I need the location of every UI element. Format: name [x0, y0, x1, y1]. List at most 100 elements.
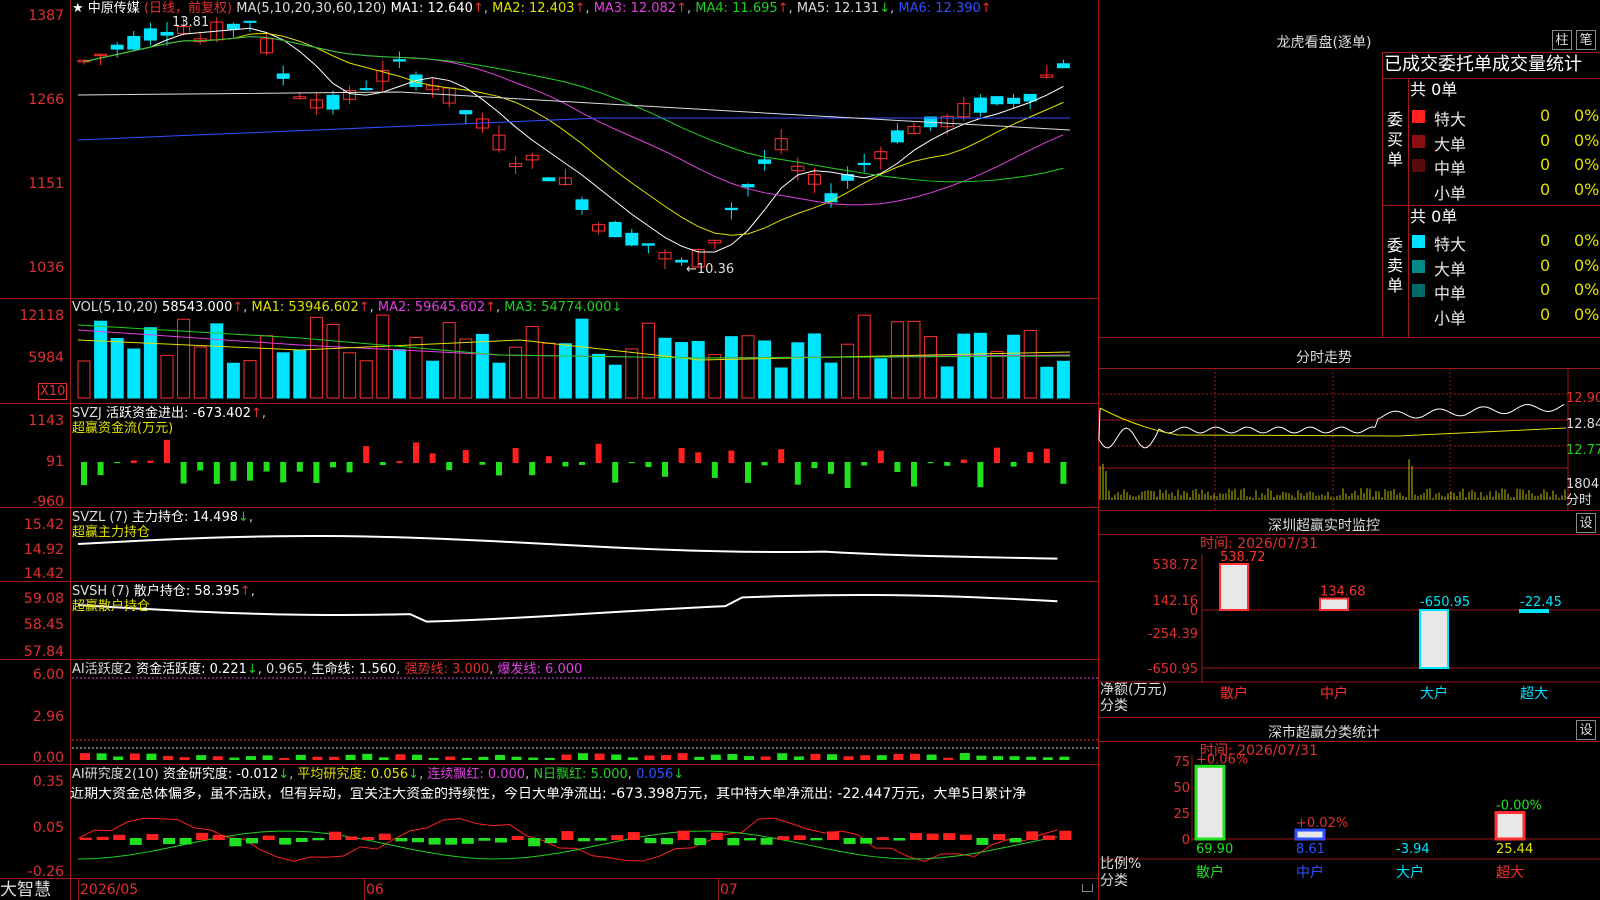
classify-unit: 比例%: [1100, 856, 1142, 872]
activity-bar: [910, 753, 920, 760]
activity-bar: [146, 753, 157, 760]
volume-bar: [326, 324, 340, 399]
sell-row-count: 0: [1540, 304, 1551, 324]
volume-bar: [874, 358, 888, 399]
monitor-title: 深圳超赢实时监控: [1268, 518, 1380, 534]
intraday-title: 分时走势: [1296, 350, 1352, 366]
activity-bar: [677, 753, 688, 760]
research-bar: [926, 833, 939, 840]
volume-bar: [293, 349, 307, 399]
research-bar: [279, 838, 292, 845]
candle-body: [459, 110, 473, 115]
activity-bar: [129, 753, 140, 760]
fund-flow-bar: [745, 462, 751, 483]
buy-color-swatch: [1412, 183, 1425, 197]
favorite-star-icon[interactable]: ★: [72, 1, 84, 16]
fund-flow-bar: [695, 452, 702, 463]
activity-bar: [528, 757, 539, 760]
volume-bar: [426, 360, 440, 399]
fund-flow-bar: [313, 462, 320, 483]
volume-bar: [110, 337, 124, 399]
date-axis-label: 07: [720, 882, 738, 898]
activity-bar: [926, 754, 937, 760]
activity-bar: [378, 757, 389, 760]
candle-body: [741, 184, 755, 188]
volume-bar: [824, 362, 838, 399]
buy-row-count: 0: [1540, 155, 1551, 174]
activity-bar: [793, 756, 804, 760]
candle-body: [641, 243, 655, 246]
activity-bar: [959, 753, 970, 760]
volume-bar: [741, 335, 755, 399]
activity-bar: [1009, 756, 1020, 760]
svsh-axis-label: 58.45: [23, 617, 64, 633]
intraday-chart[interactable]: [1098, 368, 1600, 510]
research-bar: [860, 838, 873, 844]
volume-bar: [376, 314, 390, 399]
fund-flow-bar: [844, 462, 851, 488]
volume-bar: [475, 333, 489, 399]
price-axis-label: 1036: [28, 260, 64, 276]
activity-bar: [727, 754, 738, 760]
activity-bar: [511, 756, 522, 760]
monitor-unit: 净额(万元): [1100, 682, 1167, 698]
classify-settings-button[interactable]: 设: [1576, 720, 1596, 740]
sell-color-swatch: [1412, 284, 1425, 297]
research-bar: [329, 831, 341, 840]
activity-bar: [1059, 756, 1070, 760]
sell-row-percent: 0%: [1574, 231, 1600, 250]
ma1-value: MA1: 12.640: [390, 1, 473, 16]
fund-flow-bar: [512, 447, 519, 463]
candle-body: [990, 96, 1004, 105]
stock-name[interactable]: 中原传媒: [88, 1, 140, 16]
lhb-bar-view-button[interactable]: 柱: [1552, 30, 1572, 50]
buy-side-label: 委买单: [1386, 110, 1403, 169]
svzj-title: SVZJ: [72, 406, 102, 421]
price-axis-label: 1151: [28, 176, 64, 192]
chart-period[interactable]: (日线，前复权): [144, 1, 232, 16]
research-bar: [1042, 835, 1055, 840]
volume-bars: [77, 314, 1071, 399]
volume-bar: [691, 340, 705, 399]
lock-icon[interactable]: [1082, 884, 1093, 892]
volume-bar: [907, 320, 921, 399]
activity-bar: [644, 755, 655, 760]
research-bar: [395, 838, 408, 842]
activity-bar: [312, 756, 323, 760]
volume-bar: [924, 336, 938, 399]
research-bar: [777, 836, 790, 840]
research-bar: [1026, 831, 1039, 840]
chart-canvas[interactable]: [0, 0, 1098, 900]
buy-color-swatch: [1412, 159, 1425, 172]
buy-row-label: 特大: [1434, 110, 1467, 129]
activity-bar: [611, 754, 622, 760]
monitor-settings-button[interactable]: 设: [1576, 513, 1596, 533]
research-bar: [727, 838, 740, 846]
fund-flow-bar: [861, 462, 868, 466]
svzj-axis-label: 91: [46, 454, 64, 470]
buy-row-percent: 0%: [1574, 106, 1600, 125]
research-bar: [96, 836, 109, 840]
ai2-comment: 近期大资金总体偏多，虽不活跃，但有异动，宜关注大资金的持续性，今日大单净流出: …: [70, 787, 1027, 802]
svzl-title: SVZL (7): [72, 510, 128, 525]
activity-bar: [428, 757, 439, 760]
svsh-axis-label: 59.08: [23, 591, 64, 607]
research-bar: [677, 830, 690, 840]
fund-flow-bar: [960, 459, 967, 463]
svzl-label: 主力持仓: 14.498: [131, 510, 238, 525]
monitor-category-label: 分类: [1100, 698, 1128, 714]
ma2-value: MA2: 12.403: [492, 1, 575, 16]
buy-row-count: 0: [1540, 106, 1551, 125]
fund-flow-bar: [811, 462, 818, 469]
activity-bar: [179, 757, 190, 760]
fund-flow-bar: [197, 462, 204, 471]
volume-bar: [359, 360, 373, 399]
ai1-v2: 0.965: [266, 662, 304, 677]
brand-logo[interactable]: 大智慧: [0, 881, 51, 900]
sell-row-percent: 0%: [1574, 280, 1600, 299]
research-bar: [827, 831, 839, 840]
lhb-tick-view-button[interactable]: 笔: [1576, 30, 1596, 50]
fund-flow-bar: [81, 462, 87, 486]
candle-body: [575, 199, 589, 210]
buy-row-percent: 0%: [1574, 130, 1600, 150]
